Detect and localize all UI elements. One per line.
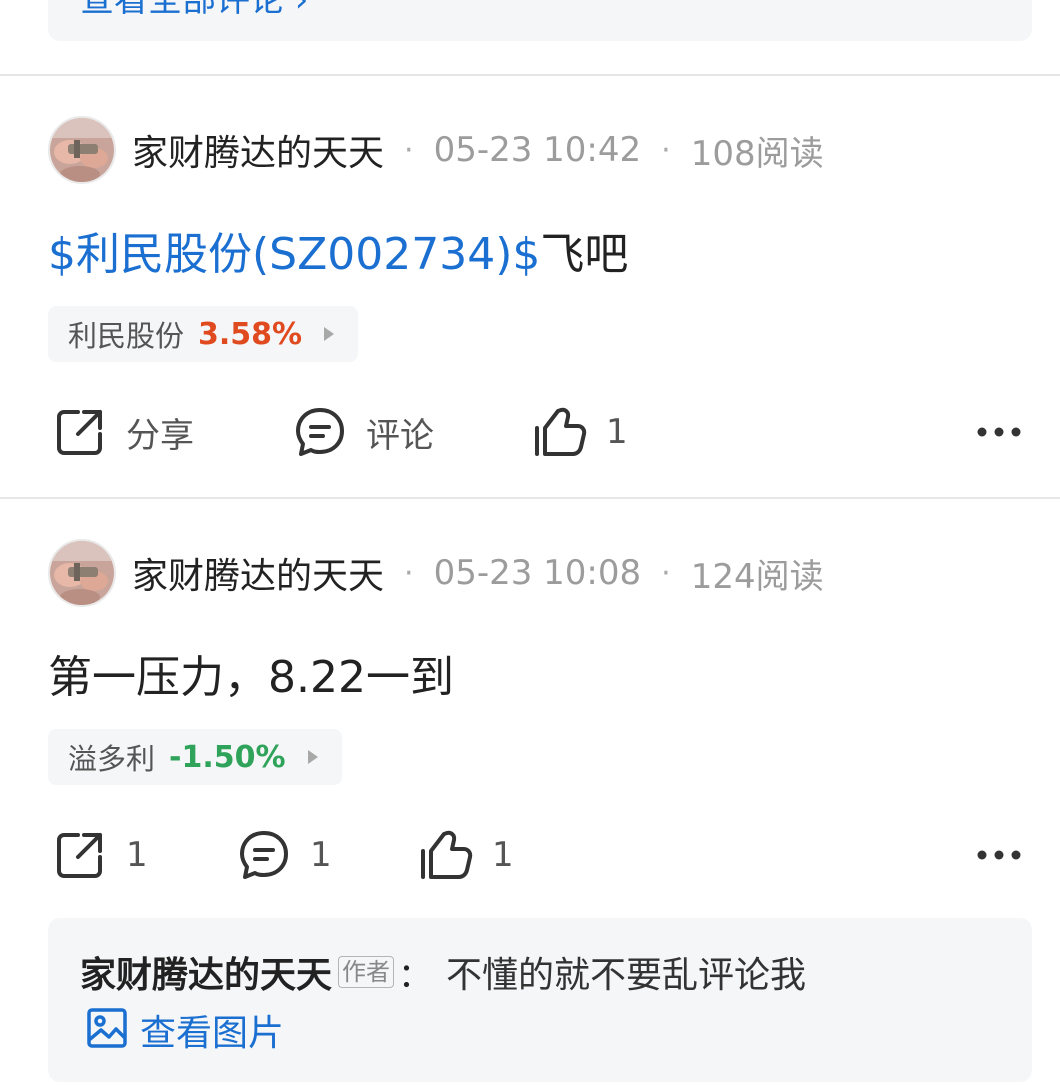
comment-button[interactable]: 评论: [292, 402, 434, 462]
chevron-right-icon: [307, 750, 318, 764]
share-icon: [52, 827, 108, 883]
previous-comment-box: 查看全部评论 ›: [48, 0, 1032, 41]
post-actions: 1 1 1: [0, 825, 1060, 885]
comment-button[interactable]: 1: [236, 825, 332, 885]
post-actions: 分享 评论 1: [0, 402, 1060, 462]
post-text: 飞吧: [540, 229, 629, 280]
stock-name: 溢多利: [68, 742, 156, 776]
meta-separator: ·: [404, 132, 414, 168]
comment-icon: [236, 827, 292, 883]
stock-link[interactable]: $利民股份(SZ002734)$: [48, 229, 540, 280]
more-button[interactable]: [976, 402, 1022, 462]
comment-label: 评论: [366, 415, 434, 456]
read-count: 124阅读: [690, 556, 824, 597]
like-button[interactable]: 1: [532, 402, 628, 462]
post-content[interactable]: $利民股份(SZ002734)$飞吧: [48, 218, 628, 282]
share-count: 1: [126, 835, 148, 875]
author-badge: 作者: [338, 956, 395, 988]
stock-change: -1.50%: [169, 739, 286, 775]
like-icon: [532, 404, 588, 460]
reply-colon: ：: [398, 955, 433, 996]
post-content[interactable]: 第一压力，8.22一到: [48, 641, 454, 705]
meta-separator: ·: [661, 132, 671, 168]
share-icon: [52, 404, 108, 460]
like-count: 1: [606, 412, 628, 452]
view-image-label: 查看图片: [140, 1013, 285, 1054]
meta-separator: ·: [661, 555, 671, 591]
share-button[interactable]: 分享: [52, 402, 194, 462]
username[interactable]: 家财腾达的天天: [132, 547, 384, 599]
reply-author[interactable]: 家财腾达的天天: [80, 946, 332, 998]
avatar[interactable]: [48, 539, 116, 607]
stock-quote-chip[interactable]: 利民股份 3.58%: [48, 306, 359, 362]
post-text: 第一压力，8.22一到: [48, 652, 454, 703]
more-button[interactable]: [976, 825, 1022, 885]
stock-quote-chip[interactable]: 溢多利 -1.50%: [48, 729, 342, 785]
more-icon: [976, 423, 1022, 442]
avatar[interactable]: [48, 116, 116, 184]
image-icon: [86, 1007, 128, 1053]
comment-count: 1: [310, 835, 332, 875]
chevron-right-icon: [324, 327, 335, 341]
meta-separator: ·: [404, 555, 414, 591]
post-time: 05-23 10:42: [433, 130, 642, 170]
share-button[interactable]: 1: [52, 825, 148, 885]
post-header: 家财腾达的天天 · 05-23 10:08 · 124阅读: [48, 537, 824, 609]
stock-change: 3.58%: [198, 316, 303, 352]
reply-text: 不懂的就不要乱评论我: [446, 955, 807, 996]
stock-name: 利民股份: [68, 319, 185, 353]
divider: [0, 74, 1060, 76]
like-button[interactable]: 1: [418, 825, 514, 885]
comment-icon: [292, 404, 348, 460]
reply-line: 家财腾达的天天 作者 ： 不懂的就不要乱评论我: [80, 946, 806, 998]
share-label: 分享: [126, 415, 194, 456]
read-count: 108阅读: [690, 133, 824, 174]
view-image-link[interactable]: 查看图片: [86, 1004, 284, 1056]
like-count: 1: [492, 835, 514, 875]
like-icon: [418, 827, 474, 883]
more-icon: [976, 846, 1022, 865]
post-header: 家财腾达的天天 · 05-23 10:42 · 108阅读: [48, 114, 824, 186]
post-time: 05-23 10:08: [433, 553, 642, 593]
author-reply-box[interactable]: 家财腾达的天天 作者 ： 不懂的就不要乱评论我 查看图片: [48, 918, 1032, 1082]
view-all-comments-link[interactable]: 查看全部评论 ›: [80, 0, 308, 21]
divider: [0, 497, 1060, 499]
username[interactable]: 家财腾达的天天: [132, 124, 384, 176]
